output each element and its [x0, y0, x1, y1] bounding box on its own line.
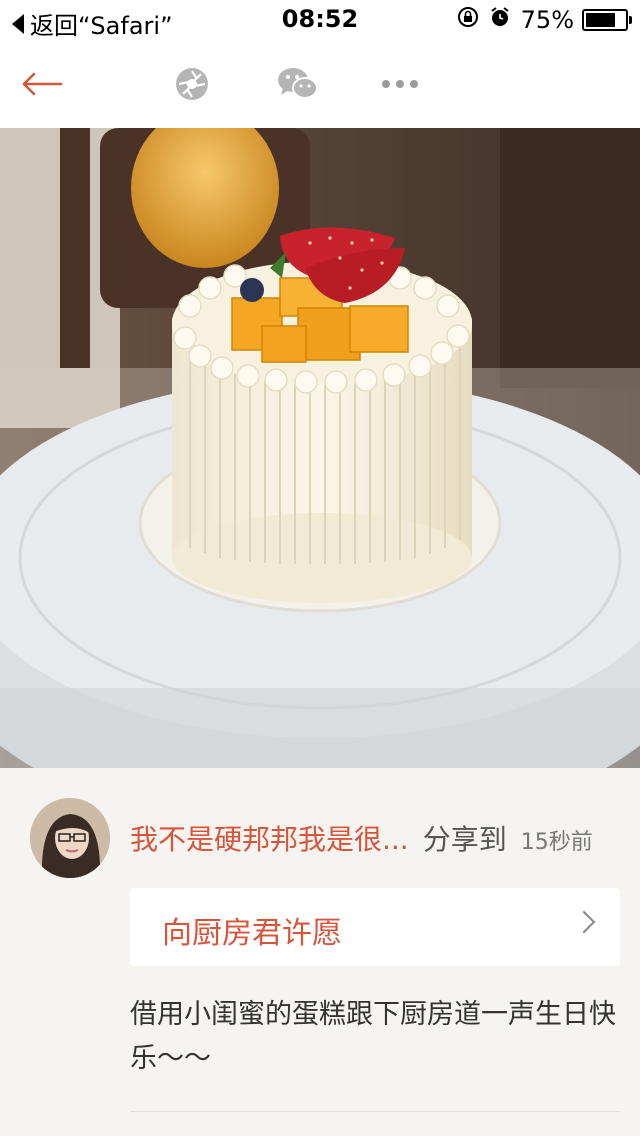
post-text: 借用小闺蜜的蛋糕跟下厨房道一声生日快乐～～	[130, 999, 616, 1074]
wechat-icon[interactable]	[274, 58, 322, 110]
more-dot	[410, 80, 418, 88]
share-label: 分享到	[422, 823, 507, 856]
wish-title: 向厨房君许愿	[162, 916, 342, 951]
toolbar	[0, 40, 640, 128]
divider	[130, 1111, 620, 1112]
status-right: 75%	[457, 6, 632, 34]
username[interactable]: 我不是硬邦邦我是很...	[130, 818, 409, 858]
more-dot	[396, 80, 404, 88]
more-dots-icon[interactable]	[378, 58, 422, 110]
wish-card[interactable]: 向厨房君许愿	[130, 888, 620, 966]
battery-percent: 75%	[520, 6, 574, 34]
back-arrow-icon[interactable]	[20, 58, 64, 110]
battery-nub	[629, 16, 632, 24]
chevron-right-icon	[572, 910, 596, 934]
battery-fill	[586, 13, 615, 27]
orientation-lock-icon	[457, 6, 479, 34]
more-dot	[382, 80, 390, 88]
moments-shutter-icon[interactable]	[170, 58, 214, 110]
post-card: 我不是硬邦邦我是很... 分享到 15秒前 向厨房君许愿 借用小闺蜜的蛋糕跟下厨…	[0, 768, 640, 1136]
alarm-icon	[489, 6, 511, 34]
post-meta: 我不是硬邦邦我是很... 分享到 15秒前	[130, 818, 630, 858]
cake-photo[interactable]	[0, 128, 640, 768]
battery-icon	[582, 9, 632, 31]
timestamp: 15秒前	[520, 830, 593, 855]
avatar[interactable]	[30, 798, 110, 878]
status-bar: 返回“Safari” 08:52 75%	[0, 0, 640, 40]
